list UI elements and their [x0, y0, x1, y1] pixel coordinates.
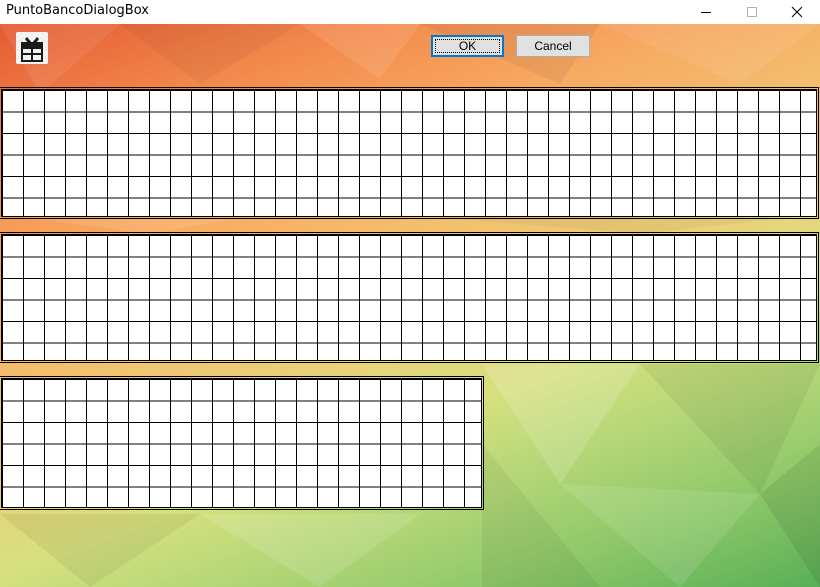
roadmap-grid-3 [0, 376, 484, 510]
window-title: PuntoBancoDialogBox [6, 3, 149, 18]
maximize-button[interactable] [729, 0, 775, 24]
roadmap-grid-1 [0, 87, 819, 219]
cancel-button[interactable]: Cancel [516, 35, 590, 57]
gift-icon [21, 37, 43, 62]
title-bar: PuntoBancoDialogBox [0, 0, 820, 24]
maximize-icon [747, 7, 757, 17]
close-button[interactable] [774, 0, 820, 24]
roadmap-grid-2 [0, 232, 819, 363]
focus-rectangle [435, 39, 500, 53]
minimize-button[interactable] [683, 0, 729, 24]
ok-button[interactable]: OK [431, 35, 504, 57]
cancel-button-label: Cancel [534, 39, 572, 53]
dialog-client-area: OK Cancel [0, 24, 820, 587]
close-icon [791, 6, 803, 18]
gift-icon-button[interactable] [16, 32, 48, 64]
minimize-icon [701, 12, 711, 13]
